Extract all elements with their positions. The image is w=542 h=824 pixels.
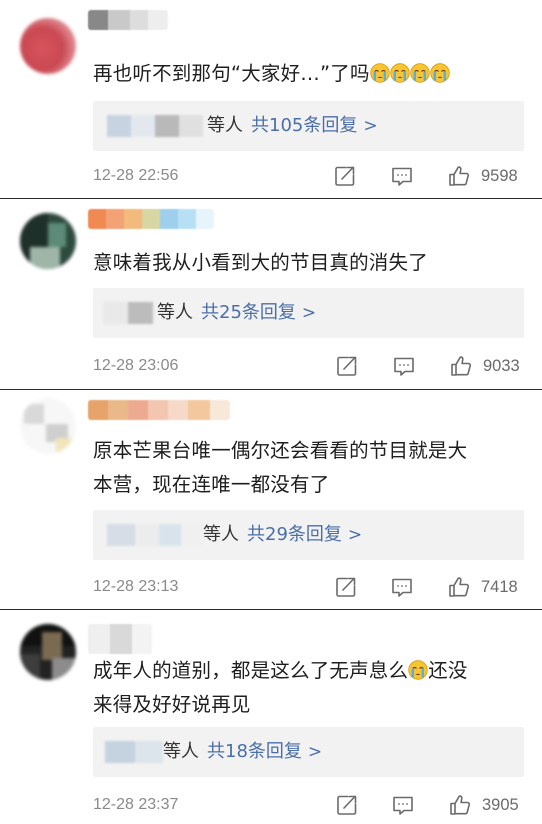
username-blurred[interactable] [88,10,168,30]
crying-emoji-icon [430,63,450,83]
reply-avatars [105,741,163,763]
like-icon[interactable] [447,575,471,599]
avatar[interactable] [20,398,76,454]
comment-text: 成年人的道别，都是这么了无声息么 还没 来得及好好说再见 [93,659,468,716]
reply-preview[interactable]: 等人 共105条回复 > [93,101,524,151]
timestamp: 12-28 23:37 [93,796,179,813]
reply-preview[interactable]: 等人 共25条回复 > [93,288,524,338]
reply-preview[interactable]: 等人 共18条回复 > [93,727,524,777]
comment-icon[interactable] [390,164,414,188]
share-icon[interactable] [335,793,359,817]
username-blurred[interactable] [88,624,152,654]
like-count: 9598 [481,167,518,185]
crying-emoji-icon [370,63,390,83]
reply-preview[interactable]: 等人 共29条回复 > [93,510,524,560]
reply-label: 等人 [163,741,199,762]
comment-icon[interactable] [391,793,415,817]
comment-text: 原本芒果台唯一偶尔还会看看的节目就是大 本营，现在连唯一都没有了 [93,439,468,496]
crying-emoji-icon [410,63,430,83]
timestamp: 12-28 22:56 [93,167,179,184]
reply-count-link[interactable]: 共25条回复 [201,302,296,323]
share-icon[interactable] [334,575,358,599]
reply-count-link[interactable]: 共29条回复 [247,524,342,545]
reply-count-link[interactable]: 共18条回复 [207,741,302,762]
reply-avatars [107,115,203,137]
comment-text: 再也听不到那句“大家好…”了吗 [93,57,528,91]
username-blurred[interactable] [88,400,230,420]
comment-text: 意味着我从小看到大的节目真的消失了 [93,251,428,274]
avatar[interactable] [20,213,76,269]
crying-emoji-icon [408,660,428,680]
reply-label: 等人 [203,524,239,545]
avatar[interactable] [20,18,76,74]
reply-label: 等人 [157,302,193,323]
like-count: 9033 [483,357,520,375]
timestamp: 12-28 23:13 [93,578,179,595]
avatar[interactable] [20,624,76,680]
chevron-right-icon[interactable]: > [308,742,322,762]
reply-label: 等人 [207,115,243,136]
comment-icon[interactable] [390,575,414,599]
comment-card: 原本芒果台唯一偶尔还会看看的节目就是大 本营，现在连唯一都没有了 等人 共29条回… [0,389,542,609]
like-icon[interactable] [448,793,472,817]
reply-avatars [107,524,203,546]
share-icon[interactable] [333,164,357,188]
crying-emoji-icon [390,63,410,83]
like-icon[interactable] [449,354,473,378]
reply-avatars [103,302,153,324]
like-count: 3905 [482,796,519,814]
share-icon[interactable] [335,354,359,378]
comment-card: 意味着我从小看到大的节目真的消失了 等人 共25条回复 > 12-28 23:06 … [0,198,542,389]
chevron-right-icon[interactable]: > [348,525,362,545]
comment-card: 成年人的道别，都是这么了无声息么 还没 来得及好好说再见 等人 共18条回复 > 12… [0,609,542,824]
comment-icon[interactable] [392,354,416,378]
chevron-right-icon[interactable]: > [302,303,316,323]
like-count: 7418 [481,578,518,596]
username-blurred[interactable] [88,209,214,229]
reply-count-link[interactable]: 共105条回复 [251,115,357,136]
comment-card: 再也听不到那句“大家好…”了吗 等人 共105条回复 > 12-28 22:56 9… [0,0,542,197]
timestamp: 12-28 23:06 [93,357,179,374]
like-icon[interactable] [447,164,471,188]
chevron-right-icon[interactable]: > [363,116,377,136]
